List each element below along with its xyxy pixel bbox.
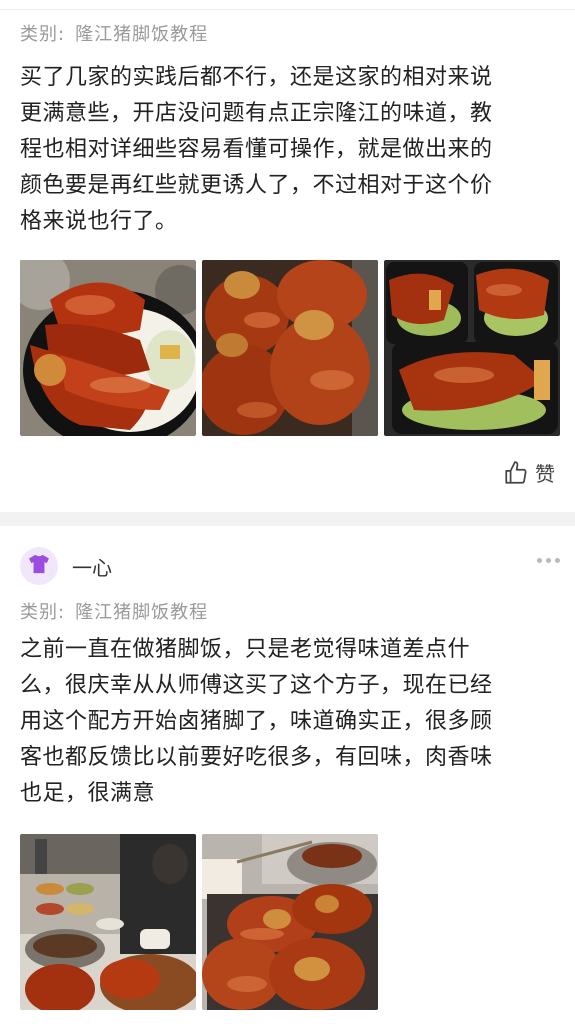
avatar[interactable]	[20, 547, 58, 585]
braised-trotters-tray-photo[interactable]	[202, 260, 378, 436]
review-text: 买了几家的实践后都不行，还是这家的相对来说 更满意些，开店没问题有点正宗隆江的味…	[20, 60, 560, 240]
tshirt-icon	[28, 554, 50, 578]
top-edge	[0, 0, 575, 10]
takeout-boxes-photo[interactable]	[384, 260, 560, 436]
thumbs-up-icon	[503, 460, 529, 486]
category-value[interactable]: 隆江猪脚饭教程	[75, 602, 208, 623]
review-card-1: 类别: 隆江猪脚饭教程 买了几家的实践后都不行，还是这家的相对来说 更满意些，开店…	[0, 10, 575, 512]
more-options-icon[interactable]	[537, 558, 560, 563]
category-label: 类别:	[20, 24, 66, 45]
review-text-line: 之前一直在做猪脚饭，只是老觉得味道差点什	[20, 637, 471, 662]
review-text: 之前一直在做猪脚饭，只是老觉得味道差点什 么，很庆幸从从师傅这买了这个方子，现在…	[20, 632, 560, 812]
review-text-line: 更满意些，开店没问题有点正宗隆江的味道，教	[20, 101, 493, 126]
review-card-2: 一心 类别: 隆江猪脚饭教程 之前一直在做猪脚饭，只是老觉得味道差点什 么，很庆幸…	[0, 526, 575, 1024]
food-stall-photo[interactable]	[20, 834, 196, 1010]
like-label: 赞	[535, 462, 555, 486]
review-text-line: 买了几家的实践后都不行，还是这家的相对来说	[20, 65, 493, 90]
username[interactable]: 一心	[72, 552, 112, 581]
photo-grid	[20, 260, 560, 436]
category-line: 类别: 隆江猪脚饭教程	[20, 598, 208, 624]
review-text-line: 也足，很满意	[20, 781, 156, 806]
review-text-line: 用这个配方开始卤猪脚了，味道确实正，很多顾	[20, 709, 493, 734]
review-text-line: 么，很庆幸从从师傅这买了这个方子，现在已经	[20, 673, 493, 698]
category-value[interactable]: 隆江猪脚饭教程	[75, 24, 208, 45]
braised-trotters-pan-photo[interactable]	[202, 834, 378, 1010]
review-text-line: 颜色要是再红些就更诱人了，不过相对于这个价	[20, 173, 493, 198]
category-line: 类别: 隆江猪脚饭教程	[20, 20, 208, 46]
user-header: 一心	[20, 546, 560, 586]
photo-grid	[20, 834, 378, 1010]
review-text-line: 程也相对详细些容易看懂可操作，就是做出来的	[20, 137, 493, 162]
pork-knuckle-rice-photo[interactable]	[20, 260, 196, 436]
section-divider	[0, 512, 575, 526]
review-text-line: 客也都反馈比以前要好吃很多，有回味，肉香味	[20, 745, 493, 770]
category-label: 类别:	[20, 602, 66, 623]
review-text-line: 格来说也行了。	[20, 209, 178, 234]
like-button[interactable]: 赞	[503, 458, 555, 487]
